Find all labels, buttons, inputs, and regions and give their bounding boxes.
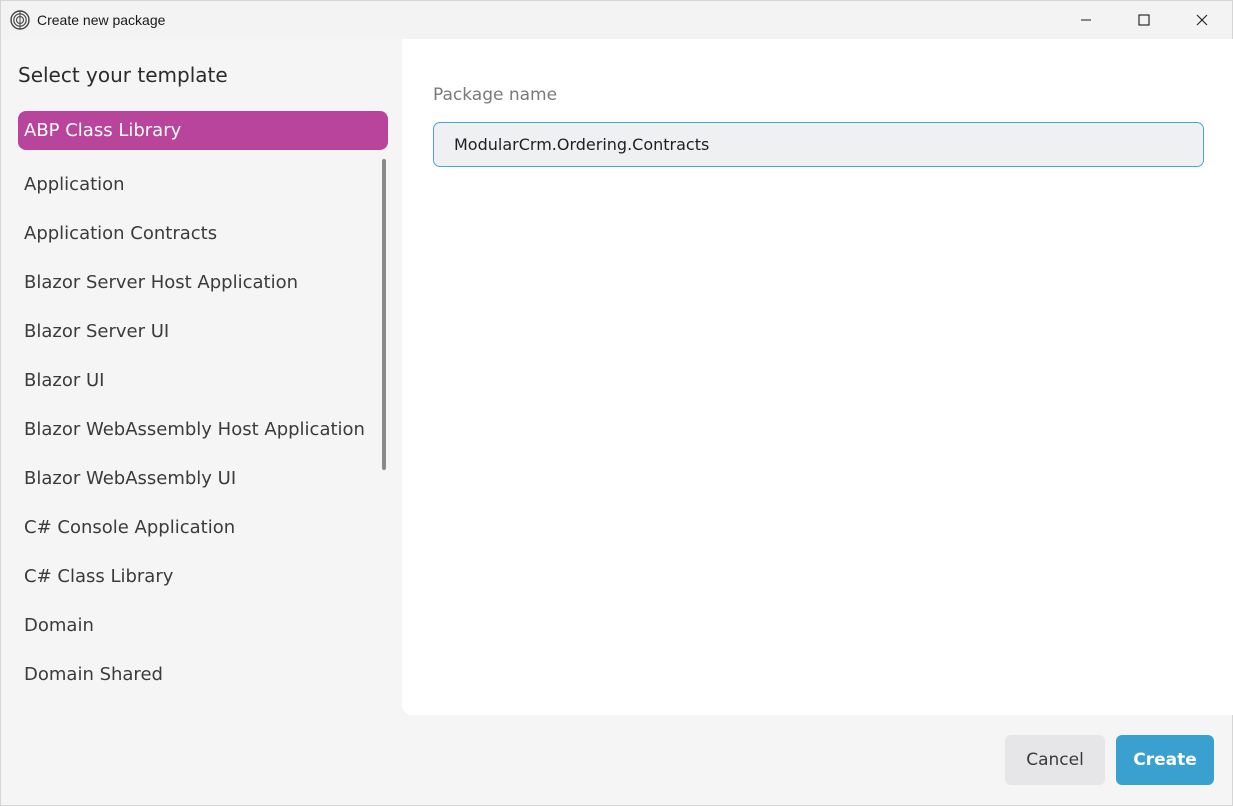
- minimize-icon: [1080, 14, 1092, 26]
- template-item-blazor-ui[interactable]: Blazor UI: [18, 356, 388, 405]
- abp-logo-icon: [10, 10, 30, 30]
- cancel-button[interactable]: Cancel: [1005, 735, 1105, 785]
- template-item-csharp-console-application[interactable]: C# Console Application: [18, 503, 388, 552]
- template-item-blazor-server-host-application[interactable]: Blazor Server Host Application: [18, 258, 388, 307]
- template-item-domain-shared[interactable]: Domain Shared: [18, 650, 388, 699]
- template-panel: Select your template ABP Class Library A…: [1, 39, 402, 715]
- template-item-blazor-webassembly-host-application[interactable]: Blazor WebAssembly Host Application: [18, 405, 388, 454]
- template-heading: Select your template: [18, 63, 228, 87]
- template-item-csharp-class-library[interactable]: C# Class Library: [18, 552, 388, 601]
- maximize-icon: [1138, 14, 1150, 26]
- window-title: Create new package: [37, 12, 166, 28]
- close-button[interactable]: [1173, 1, 1231, 39]
- package-form-panel: Package name: [402, 39, 1233, 715]
- template-list-scrollbar[interactable]: [382, 159, 386, 470]
- package-name-label: Package name: [433, 85, 558, 105]
- template-item-application-contracts[interactable]: Application Contracts: [18, 209, 388, 258]
- close-icon: [1196, 14, 1208, 26]
- template-item-blazor-webassembly-ui[interactable]: Blazor WebAssembly UI: [18, 454, 388, 503]
- template-list: ABP Class Library Application Applicatio…: [18, 111, 388, 699]
- maximize-button[interactable]: [1115, 1, 1173, 39]
- template-item-application[interactable]: Application: [18, 160, 388, 209]
- template-item-domain[interactable]: Domain: [18, 601, 388, 650]
- package-name-input[interactable]: [433, 122, 1204, 167]
- minimize-button[interactable]: [1057, 1, 1115, 39]
- template-item-blazor-server-ui[interactable]: Blazor Server UI: [18, 307, 388, 356]
- template-item-abp-class-library[interactable]: ABP Class Library: [18, 111, 388, 150]
- create-button[interactable]: Create: [1116, 735, 1214, 785]
- dialog-window: Create new package Select your template …: [0, 0, 1233, 806]
- title-bar[interactable]: Create new package: [1, 1, 1232, 39]
